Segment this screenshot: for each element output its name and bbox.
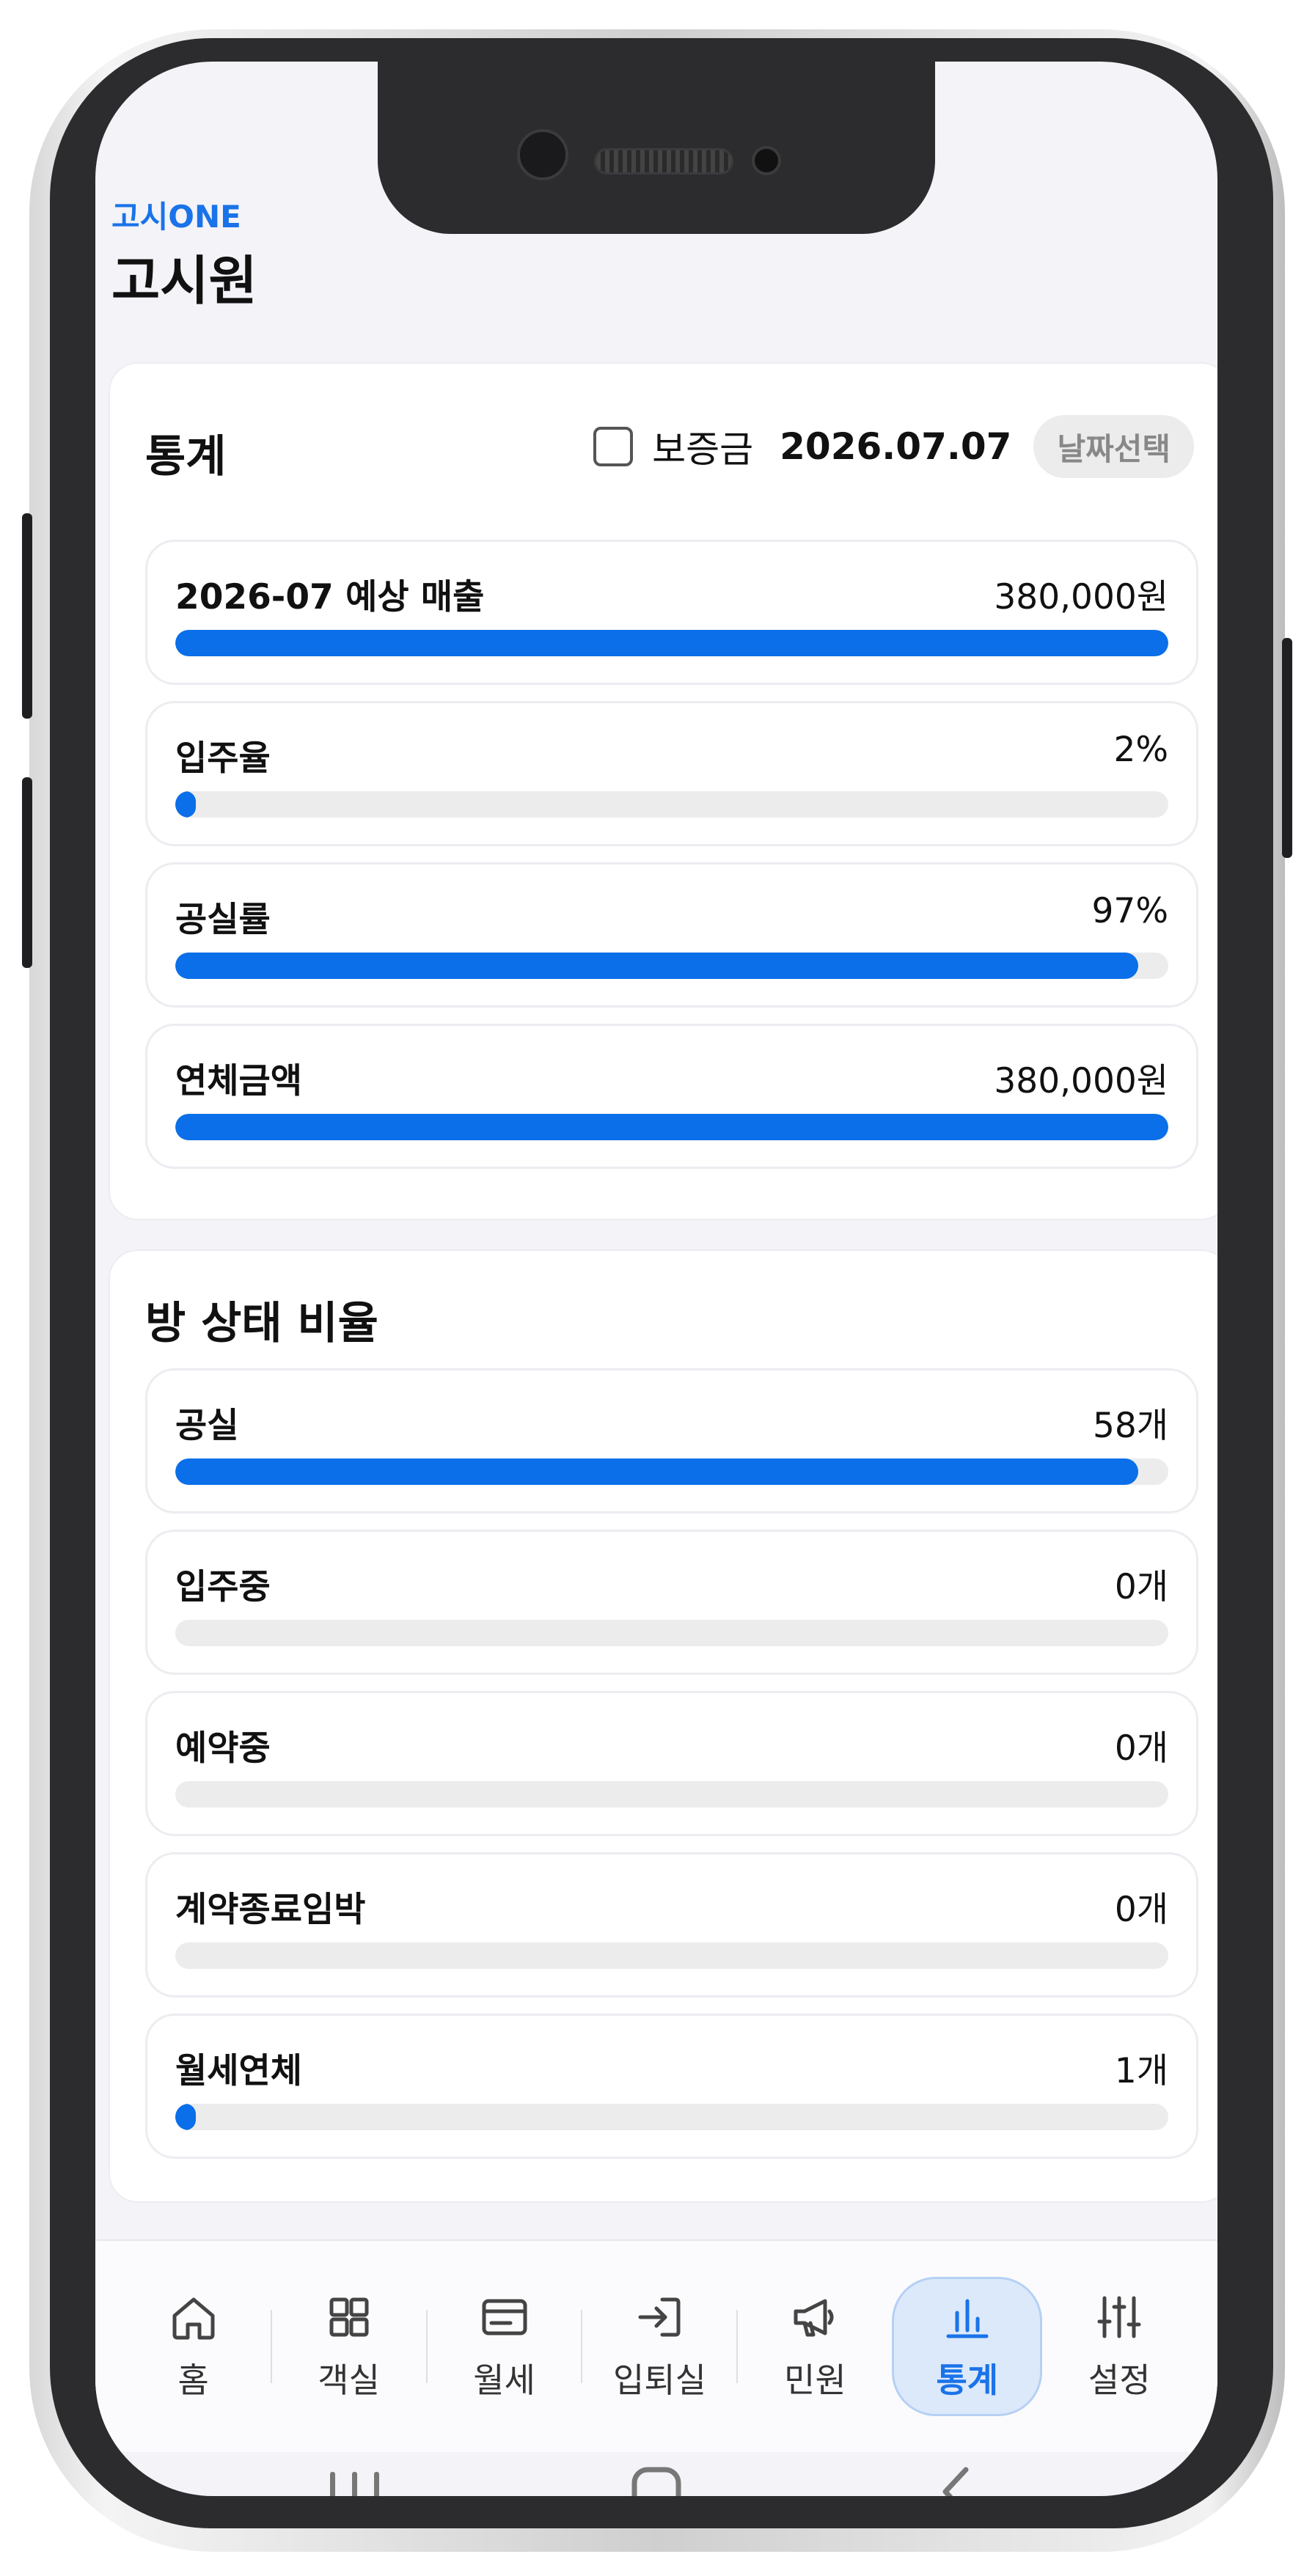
metric-label: 공실 <box>175 1406 239 1446</box>
metric-value: 97% <box>1091 891 1168 931</box>
metric-label: 계약종료임박 <box>175 1890 366 1930</box>
front-camera-icon <box>517 129 568 180</box>
progress-fill <box>175 630 1168 656</box>
progress-track <box>175 953 1168 979</box>
metric-value: 380,000원 <box>994 577 1168 617</box>
metric-row: 월세연체 1개 <box>145 2014 1198 2159</box>
room-status-title: 방 상태 비율 <box>145 1298 378 1349</box>
back-system-icon[interactable] <box>913 2454 1001 2496</box>
progress-track <box>175 1942 1168 1969</box>
metric-row: 공실률 97% <box>145 862 1198 1008</box>
brand-logo-text: 고시ONE <box>111 199 241 235</box>
nav-item-sliders[interactable]: 설정 <box>1044 2277 1195 2416</box>
metric-value: 380,000원 <box>994 1061 1168 1101</box>
date-select-button[interactable]: 날짜선택 <box>1033 415 1194 478</box>
nav-divider <box>425 2310 428 2383</box>
megaphone-icon <box>788 2291 841 2344</box>
volume-up-button <box>22 513 32 719</box>
volume-down-button <box>22 777 32 968</box>
progress-fill <box>175 2104 196 2130</box>
camera-notch <box>378 62 935 234</box>
nav-item-chart[interactable]: 통계 <box>892 2277 1043 2416</box>
progress-track <box>175 1458 1168 1485</box>
deposit-checkbox[interactable] <box>593 427 634 466</box>
progress-fill <box>175 953 1139 979</box>
nav-label: 통계 <box>936 2360 999 2400</box>
room-status-card: 방 상태 비율 공실 58개 입주중 0개 예약중 0개 계약종료임박 0개 월세연체 1개 <box>109 1250 1217 2203</box>
power-button <box>1282 638 1292 858</box>
bottom-navigation: 홈 객실 월세 입퇴실 민원 통계 설정 <box>95 2239 1217 2452</box>
metric-row: 입주율 2% <box>145 701 1198 846</box>
nav-item-megaphone[interactable]: 민원 <box>740 2277 890 2416</box>
stats-header-controls: 보증금 2026.07.07 날짜선택 <box>593 414 1194 480</box>
metric-label: 입주율 <box>175 738 271 779</box>
nav-divider <box>270 2310 272 2383</box>
metric-label: 입주중 <box>175 1567 271 1607</box>
metric-label: 연체금액 <box>175 1061 302 1101</box>
nav-divider <box>736 2310 739 2383</box>
metric-label: 월세연체 <box>175 2051 302 2091</box>
deposit-label: 보증금 <box>652 428 754 471</box>
home-icon <box>167 2291 220 2344</box>
recent-apps-icon[interactable] <box>312 2454 400 2496</box>
page-title: 고시원 <box>111 250 257 312</box>
metric-label: 2026-07 예상 매출 <box>175 577 485 617</box>
metric-row: 예약중 0개 <box>145 1691 1198 1836</box>
nav-item-grid[interactable]: 객실 <box>274 2277 424 2416</box>
metric-value: 1개 <box>1114 2051 1168 2091</box>
metric-value: 2% <box>1113 730 1168 770</box>
metric-row: 2026-07 예상 매출 380,000원 <box>145 540 1198 685</box>
nav-label: 설정 <box>1088 2360 1151 2400</box>
enter-icon <box>633 2291 686 2344</box>
stats-card: 통계 보증금 2026.07.07 날짜선택 2026-07 예상 매출 380,… <box>109 362 1217 1220</box>
nav-label: 홈 <box>177 2360 209 2400</box>
metric-value: 0개 <box>1114 1890 1168 1930</box>
grid-icon <box>323 2291 376 2344</box>
nav-label: 민원 <box>784 2360 846 2400</box>
chart-icon <box>941 2291 994 2344</box>
metric-row: 계약종료임박 0개 <box>145 1852 1198 1997</box>
metric-row: 입주중 0개 <box>145 1530 1198 1675</box>
progress-fill <box>175 791 196 818</box>
nav-item-card[interactable]: 월세 <box>429 2277 579 2416</box>
progress-track <box>175 630 1168 656</box>
progress-track <box>175 1781 1168 1808</box>
app-screen: 고시ONE 고시원 통계 보증금 2026.07.07 날짜선택 2026-07… <box>95 62 1217 2496</box>
progress-fill <box>175 1458 1139 1485</box>
progress-fill <box>175 1114 1168 1140</box>
stats-card-title: 통계 <box>145 431 227 482</box>
metric-value: 0개 <box>1114 1567 1168 1607</box>
metric-row: 연체금액 380,000원 <box>145 1024 1198 1169</box>
proximity-sensor <box>752 146 781 175</box>
nav-label: 입퇴실 <box>612 2360 706 2400</box>
nav-divider <box>581 2310 583 2383</box>
progress-track <box>175 2104 1168 2130</box>
sliders-icon <box>1093 2291 1146 2344</box>
nav-label: 월세 <box>473 2360 535 2400</box>
metric-row: 공실 58개 <box>145 1368 1198 1513</box>
system-navigation-bar <box>95 2454 1217 2496</box>
metric-value: 0개 <box>1114 1728 1168 1769</box>
earpiece-speaker <box>594 148 733 175</box>
nav-label: 객실 <box>318 2360 380 2400</box>
progress-track <box>175 791 1168 818</box>
selected-date: 2026.07.07 <box>780 425 1012 468</box>
card-icon <box>478 2291 531 2344</box>
progress-track <box>175 1620 1168 1646</box>
nav-item-home[interactable]: 홈 <box>118 2277 268 2416</box>
metric-label: 예약중 <box>175 1728 271 1769</box>
metric-label: 공실률 <box>175 900 271 940</box>
metric-value: 58개 <box>1092 1406 1168 1446</box>
nav-item-enter[interactable]: 입퇴실 <box>585 2277 735 2416</box>
home-system-icon[interactable] <box>612 2454 700 2496</box>
progress-track <box>175 1114 1168 1140</box>
